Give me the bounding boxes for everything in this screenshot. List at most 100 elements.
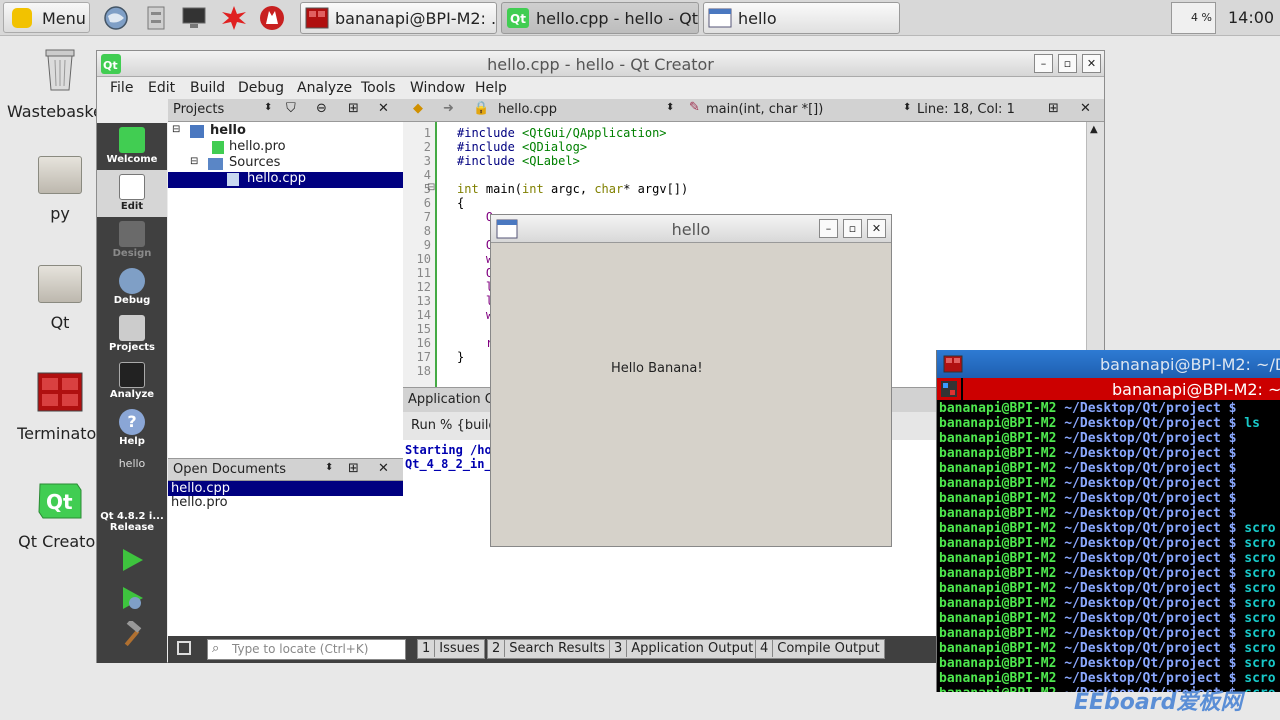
terminal-output[interactable]: bananapi@BPI-M2 ~/Desktop/Qt/project $ ba… bbox=[937, 400, 1280, 692]
selector-arrows-icon[interactable]: ⬍ bbox=[903, 102, 911, 113]
desktop-icon-terminator[interactable]: Terminator bbox=[15, 372, 105, 443]
mode-help[interactable]: ? Help bbox=[97, 405, 167, 452]
selector-arrows-icon[interactable]: ⬍ bbox=[666, 102, 674, 113]
menu-window[interactable]: Window bbox=[410, 80, 465, 96]
build-hammer-icon[interactable] bbox=[119, 621, 145, 647]
tree-item-cpp[interactable]: hello.cpp bbox=[168, 171, 403, 188]
tree-item-sources[interactable]: ⊟ Sources bbox=[168, 155, 403, 172]
close-button[interactable]: ✕ bbox=[867, 219, 886, 238]
filter-icon[interactable]: ⛉ bbox=[286, 101, 296, 116]
mode-label: Debug bbox=[113, 295, 151, 306]
maximize-button[interactable]: ▫ bbox=[843, 219, 862, 238]
burst-icon[interactable] bbox=[220, 4, 248, 32]
maximize-button[interactable]: ▫ bbox=[1058, 54, 1077, 73]
kit-project[interactable]: hello bbox=[97, 457, 167, 470]
collapse-icon[interactable]: ⊟ bbox=[172, 124, 180, 135]
wolf-icon[interactable] bbox=[258, 4, 286, 32]
clock[interactable]: 14:00 bbox=[1228, 8, 1274, 27]
window-titlebar[interactable]: hello – ▫ ✕ bbox=[491, 215, 891, 243]
pane-compile-output-button[interactable]: 4 Compile Output bbox=[755, 639, 885, 659]
forward-arrow-icon[interactable]: ➜ bbox=[443, 101, 454, 116]
minimize-button[interactable]: – bbox=[819, 219, 838, 238]
terminal-line: bananapi@BPI-M2 ~/Desktop/Qt/project $ s… bbox=[939, 656, 1276, 671]
scroll-up-icon[interactable]: ▲ bbox=[1090, 124, 1098, 135]
menu-edit[interactable]: Edit bbox=[148, 80, 175, 96]
open-documents-selector[interactable]: Open Documents bbox=[173, 462, 286, 477]
toggle-sidebar-icon[interactable] bbox=[177, 641, 191, 655]
split-icon[interactable]: ⊞ bbox=[348, 101, 359, 116]
window-titlebar[interactable]: Qt hello.cpp - hello - Qt Creator – ▫ ✕ bbox=[97, 51, 1104, 77]
close-editor-icon[interactable]: ✕ bbox=[1080, 101, 1091, 116]
close-button[interactable]: ✕ bbox=[1082, 54, 1101, 73]
menu-button[interactable]: Menu bbox=[3, 2, 90, 33]
line-number: 18 bbox=[416, 364, 431, 378]
project-tree: ⊟ hello hello.pro ⊟ Sources hello.cpp bbox=[168, 122, 403, 458]
locator-input[interactable]: ⌕ Type to locate (Ctrl+K) bbox=[207, 639, 406, 660]
menu-file[interactable]: File bbox=[110, 80, 133, 96]
minimize-button[interactable]: – bbox=[1034, 54, 1053, 73]
link-icon[interactable]: ⊖ bbox=[316, 101, 327, 116]
output-pane-title: Application O bbox=[408, 392, 496, 407]
desktop-icon-py[interactable]: py bbox=[15, 156, 105, 223]
menu-debug[interactable]: Debug bbox=[238, 80, 284, 96]
line-number: 14 bbox=[416, 308, 431, 322]
cpu-monitor[interactable]: 4 % bbox=[1171, 2, 1216, 34]
mode-label: Help bbox=[119, 436, 145, 447]
mode-projects[interactable]: Projects bbox=[97, 311, 167, 358]
desktop-icon-qt[interactable]: Qt bbox=[15, 265, 105, 332]
collapse-icon[interactable]: ⊟ bbox=[190, 156, 198, 167]
symbol-selector[interactable]: main(int, char *[]) bbox=[706, 102, 823, 117]
close-pane-icon[interactable]: ✕ bbox=[378, 461, 389, 476]
desktop-icon-qtcreator[interactable]: Qt Qt Creator bbox=[15, 478, 105, 551]
window-titlebar[interactable]: bananapi@BPI-M2: ~/Des bbox=[937, 350, 1280, 378]
open-documents-header: Open Documents ⬍ ⊞ ✕ bbox=[168, 458, 403, 481]
line-number: 8 bbox=[423, 224, 431, 238]
open-doc-item[interactable]: hello.cpp bbox=[168, 481, 403, 496]
pane-issues-button[interactable]: 1 Issues bbox=[417, 639, 485, 659]
menu-build[interactable]: Build bbox=[190, 80, 225, 96]
open-doc-item[interactable]: hello.pro bbox=[168, 495, 403, 510]
terminal-tab-bar[interactable]: bananapi@BPI-M2: ~/D bbox=[937, 378, 1280, 400]
kit-name[interactable]: Qt 4.8.2 i... bbox=[97, 511, 167, 522]
split-icon[interactable]: ⊞ bbox=[348, 461, 359, 476]
file-manager-icon[interactable] bbox=[142, 4, 170, 32]
split-icon[interactable]: ⊞ bbox=[1048, 101, 1059, 116]
mode-edit[interactable]: Edit bbox=[97, 170, 167, 217]
mode-welcome[interactable]: Welcome bbox=[97, 123, 167, 170]
terminal-line: bananapi@BPI-M2 ~/Desktop/Qt/project $ bbox=[939, 491, 1237, 506]
svg-text:Qt: Qt bbox=[510, 12, 526, 26]
run-icon[interactable] bbox=[119, 547, 145, 573]
code-line: w bbox=[457, 308, 494, 322]
selector-arrows-icon[interactable]: ⬍ bbox=[325, 462, 333, 473]
projects-selector[interactable]: Projects bbox=[173, 102, 224, 117]
close-pane-icon[interactable]: ✕ bbox=[378, 101, 389, 116]
editor-file-selector[interactable]: hello.cpp bbox=[498, 102, 557, 117]
tree-item-project[interactable]: ⊟ hello bbox=[168, 123, 403, 140]
fold-marker-icon[interactable]: ⊟ bbox=[427, 182, 435, 193]
task-qtcreator[interactable]: Qt hello.cpp - hello - Qt ... bbox=[501, 2, 699, 34]
editor-scrollbar[interactable]: ▲ bbox=[1086, 122, 1104, 387]
pane-application-output-button[interactable]: 3 Application Output bbox=[609, 639, 759, 659]
back-arrow-icon[interactable]: ◆ bbox=[413, 101, 423, 116]
pane-search-results-button[interactable]: 2 Search Results bbox=[487, 639, 611, 659]
menu-help[interactable]: Help bbox=[475, 80, 507, 96]
cursor-position[interactable]: Line: 18, Col: 1 bbox=[917, 102, 1015, 117]
selector-arrows-icon[interactable]: ⬍ bbox=[264, 102, 272, 113]
debug-run-icon[interactable] bbox=[119, 585, 145, 611]
kit-config[interactable]: Release bbox=[97, 522, 167, 533]
monitor-icon[interactable] bbox=[180, 4, 208, 32]
code-line: #include <QDialog> bbox=[457, 140, 588, 154]
desktop-icon-wastebasket[interactable]: Wastebasket bbox=[7, 44, 109, 121]
task-hello[interactable]: hello bbox=[703, 2, 900, 34]
browser-icon[interactable] bbox=[102, 4, 130, 32]
menu-tools[interactable]: Tools bbox=[361, 80, 396, 96]
mode-design[interactable]: Design bbox=[97, 217, 167, 264]
task-terminal[interactable]: bananapi@BPI-M2: ... bbox=[300, 2, 497, 34]
output-run-tab[interactable]: Run % {build bbox=[411, 418, 497, 433]
mode-debug[interactable]: Debug bbox=[97, 264, 167, 311]
projects-icon bbox=[119, 315, 145, 341]
desktop-icon-label: Wastebasket bbox=[7, 102, 110, 121]
menu-analyze[interactable]: Analyze bbox=[297, 80, 352, 96]
mode-analyze[interactable]: Analyze bbox=[97, 358, 167, 405]
tree-item-pro[interactable]: hello.pro bbox=[168, 139, 403, 156]
